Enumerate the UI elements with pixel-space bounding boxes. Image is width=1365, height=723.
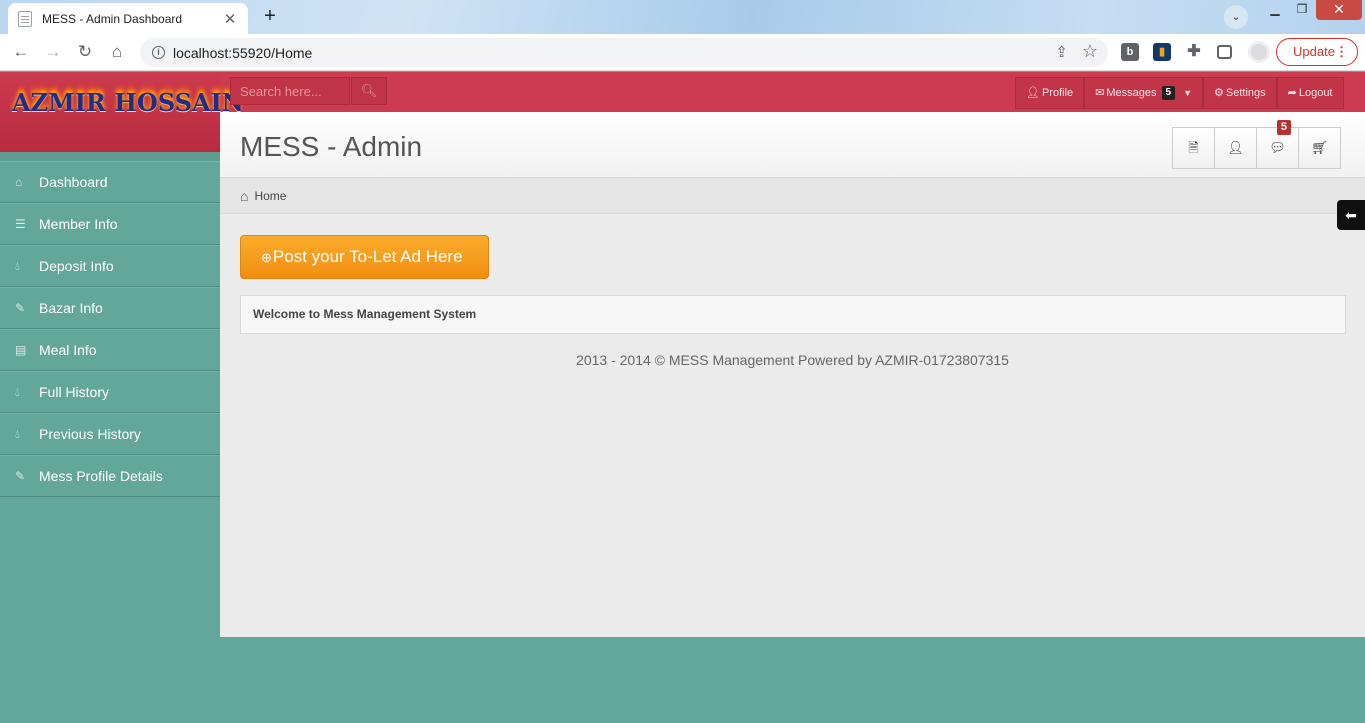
user-icon: 👤︎ <box>1227 140 1244 155</box>
gear-icon: ⚙ <box>1214 87 1224 99</box>
book-icon: ▤ <box>15 343 27 357</box>
reload-icon[interactable]: ↻ <box>72 39 98 65</box>
comments-count-badge: 5 <box>1276 120 1291 135</box>
envelope-icon: ✉ <box>1095 87 1105 99</box>
list-icon: ☰ <box>15 217 26 231</box>
post-to-let-ad-button[interactable]: ⊕Post your To-Let Ad Here <box>240 235 489 279</box>
browser-update-button[interactable]: Update ⋮ <box>1276 38 1358 66</box>
messages-count-badge: 5 <box>1161 86 1176 100</box>
drop-icon: 💧︎ <box>15 258 20 273</box>
user-button[interactable]: 👤︎ <box>1214 127 1257 169</box>
comments-button[interactable]: 💬︎ 5 <box>1256 120 1299 169</box>
sidebar-item-bazar-info[interactable]: ✎ Bazar Info <box>0 287 220 329</box>
cart-button[interactable]: 🛒︎ <box>1298 127 1341 169</box>
update-label: Update <box>1293 44 1335 59</box>
share-arrow-icon: ➦ <box>1287 87 1297 99</box>
sidebar-item-full-history[interactable]: 💧︎ Full History <box>0 371 220 413</box>
tab-title: MESS - Admin Dashboard <box>42 11 183 26</box>
page-title: MESS - Admin <box>240 131 423 162</box>
address-bar[interactable]: i localhost:55920/Home ⇪ ☆ <box>140 38 1108 67</box>
document-button[interactable]: 🗎 <box>1172 127 1215 169</box>
side-panel-icon[interactable] <box>1217 45 1232 59</box>
logout-link[interactable]: ➦ Logout <box>1276 77 1344 109</box>
plus-circle-icon: ⊕ <box>261 250 272 265</box>
sidebar-item-label: Member Info <box>39 216 118 232</box>
main-content: MESS - Admin 🗎 👤︎ 💬︎ 5 🛒︎ ⌂ Home ⊕Post y… <box>220 112 1365 637</box>
settings-link[interactable]: ⚙ Settings <box>1203 77 1277 109</box>
menu-dots-icon: ⋮ <box>1335 44 1348 59</box>
pencil-icon: ✎ <box>15 301 26 315</box>
settings-label: Settings <box>1225 87 1266 99</box>
sidebar-item-previous-history[interactable]: 💧︎ Previous History <box>0 413 220 455</box>
site-info-icon[interactable]: i <box>152 46 165 59</box>
home-icon: ⌂ <box>240 187 249 204</box>
shopping-cart-icon: 🛒︎ <box>1311 140 1328 155</box>
breadcrumb-home[interactable]: Home <box>254 189 286 203</box>
user-icon: 👤︎ <box>1026 87 1040 99</box>
forward-arrow-icon[interactable]: → <box>40 39 66 65</box>
window-maximize-button[interactable]: ❐ <box>1289 0 1315 20</box>
share-icon[interactable]: ⇪ <box>1055 43 1068 61</box>
sidebar-item-label: Previous History <box>39 426 141 442</box>
sidebar-item-label: Mess Profile Details <box>39 468 163 484</box>
search-input[interactable]: Search here... <box>230 77 350 105</box>
extension-b-icon[interactable]: b <box>1121 43 1139 61</box>
browser-tabstrip: MESS - Admin Dashboard ✕ + ⌄ ▁ ❐ ✕ <box>0 0 1365 34</box>
extension-chart-icon[interactable]: ▮ <box>1153 43 1171 61</box>
home-button-icon[interactable]: ⌂ <box>104 39 130 65</box>
sidebar-item-mess-profile-details[interactable]: ✎ Mess Profile Details <box>0 455 220 497</box>
bookmark-star-icon[interactable]: ☆ <box>1082 41 1098 62</box>
arrow-left-icon: ⬅ <box>1345 207 1357 223</box>
drop-icon: 💧︎ <box>15 384 20 399</box>
breadcrumb: ⌂ Home <box>220 178 1365 214</box>
site-logo[interactable]: AZMIR HOSSAIN <box>12 88 244 117</box>
window-minimize-button[interactable]: ▁ <box>1262 0 1288 20</box>
file-icon: 🗎 <box>1188 140 1199 155</box>
tab-close-icon[interactable]: ✕ <box>222 10 238 28</box>
sidebar-item-label: Meal Info <box>39 342 97 358</box>
home-icon: ⌂ <box>15 175 23 189</box>
extensions-puzzle-icon[interactable]: ✚ <box>1185 43 1203 61</box>
url-text[interactable]: localhost:55920/Home <box>173 45 312 61</box>
sidebar-item-deposit-info[interactable]: 💧︎ Deposit Info <box>0 245 220 287</box>
profile-label: Profile <box>1041 87 1074 99</box>
content-header: MESS - Admin 🗎 👤︎ 💬︎ 5 🛒︎ <box>220 112 1365 178</box>
quick-action-buttons: 🗎 👤︎ 💬︎ 5 🛒︎ <box>1172 120 1341 169</box>
browser-toolbar: ← → ↻ ⌂ i localhost:55920/Home ⇪ ☆ b ▮ ✚… <box>0 34 1365 71</box>
logo-divider <box>0 152 220 161</box>
messages-label: Messages <box>1106 87 1157 99</box>
sidebar-item-label: Dashboard <box>39 174 108 190</box>
messages-dropdown[interactable]: ✉ Messages 5 ▼ <box>1084 77 1203 109</box>
comment-icon: 💬︎ <box>1269 140 1286 155</box>
drop-icon: 💧︎ <box>15 426 20 441</box>
pencil-icon: ✎ <box>15 469 26 483</box>
sidebar-item-label: Full History <box>39 384 110 400</box>
sidebar-item-label: Deposit Info <box>39 258 114 274</box>
profile-avatar[interactable] <box>1248 41 1270 63</box>
tab-search-icon[interactable]: ⌄ <box>1224 5 1248 29</box>
back-arrow-icon[interactable]: ← <box>8 39 34 65</box>
panel-toggle-button[interactable]: ⬅ <box>1337 200 1365 230</box>
sidebar-item-dashboard[interactable]: ⌂ Dashboard <box>0 161 220 203</box>
post-button-label: Post your To-Let Ad Here <box>272 247 463 266</box>
sidebar-item-label: Bazar Info <box>39 300 103 316</box>
sidebar-item-member-info[interactable]: ☰ Member Info <box>0 203 220 245</box>
page-favicon-icon <box>18 10 32 27</box>
window-close-button[interactable]: ✕ <box>1316 0 1362 20</box>
browser-tab[interactable]: MESS - Admin Dashboard ✕ <box>8 3 248 34</box>
profile-link[interactable]: 👤︎ Profile <box>1015 77 1085 109</box>
new-tab-button[interactable]: + <box>256 4 284 30</box>
search-icon: 🔍︎ <box>360 83 378 98</box>
footer-text: 2013 - 2014 © MESS Management Powered by… <box>576 352 1009 368</box>
sidebar: ⌂ Dashboard ☰ Member Info 💧︎ Deposit Inf… <box>0 161 220 497</box>
logout-label: Logout <box>1298 87 1333 99</box>
sidebar-item-meal-info[interactable]: ▤ Meal Info <box>0 329 220 371</box>
search-button[interactable]: 🔍︎ <box>351 77 387 105</box>
top-navigation: 👤︎ Profile ✉ Messages 5 ▼ ⚙ Settings ➦ L… <box>1015 77 1344 109</box>
caret-down-icon: ▼ <box>1183 88 1192 98</box>
welcome-panel: Welcome to Mess Management System <box>240 295 1346 334</box>
